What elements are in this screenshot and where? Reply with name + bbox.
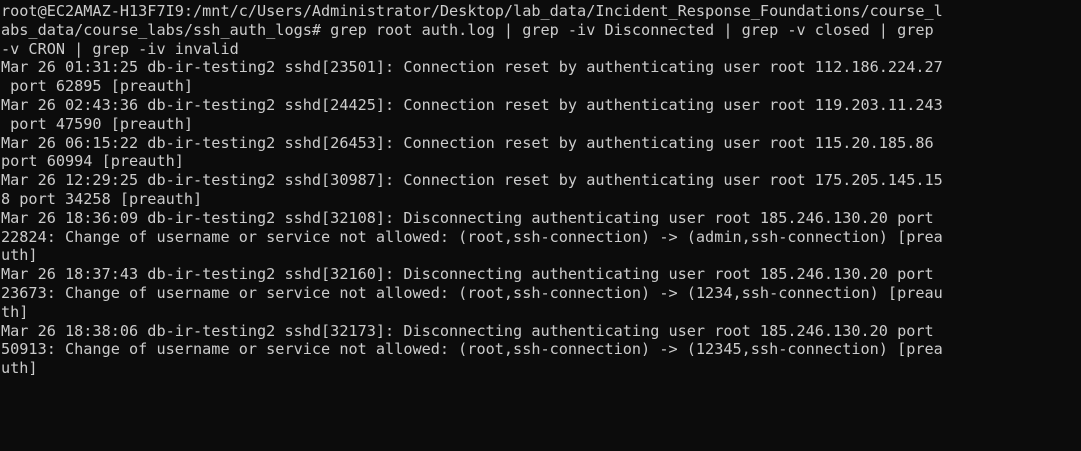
log-output-line: Mar 26 02:43:36 db-ir-testing2 sshd[2442… [1,95,943,114]
log-output-line: Mar 26 18:36:09 db-ir-testing2 sshd[3210… [1,208,934,227]
command-prompt-line: root@EC2AMAZ-H13F7I9:/mnt/c/Users/Admini… [1,2,943,20]
command-prompt-line: -v CRON | grep -iv invalid [1,39,239,58]
log-output-line: port 60994 [preauth] [1,152,184,171]
log-output-line: uth] [1,246,38,265]
command-prompt-line: abs_data/course_labs/ssh_auth_logs# grep… [1,20,934,39]
log-output-line: Mar 26 06:15:22 db-ir-testing2 sshd[2645… [1,133,934,152]
terminal-window[interactable]: root@EC2AMAZ-H13F7I9:/mnt/c/Users/Admini… [0,0,1081,451]
log-output-line: 50913: Change of username or service not… [1,340,943,359]
log-output-line: 23673: Change of username or service not… [1,283,943,302]
log-output-line: Mar 26 01:31:25 db-ir-testing2 sshd[2350… [1,58,943,77]
log-output-line: Mar 26 18:38:06 db-ir-testing2 sshd[3217… [1,321,934,340]
log-output-line: 22824: Change of username or service not… [1,227,943,246]
log-output-line: port 47590 [preauth] [1,114,194,133]
log-output-line: 8 port 34258 [preauth] [1,189,203,208]
log-output-line: Mar 26 18:37:43 db-ir-testing2 sshd[3216… [1,265,934,284]
log-output-line: port 62895 [preauth] [1,77,194,96]
log-output-line: th] [1,302,29,321]
log-output-line: uth] [1,359,38,378]
log-output-line: Mar 26 12:29:25 db-ir-testing2 sshd[3098… [1,171,943,190]
